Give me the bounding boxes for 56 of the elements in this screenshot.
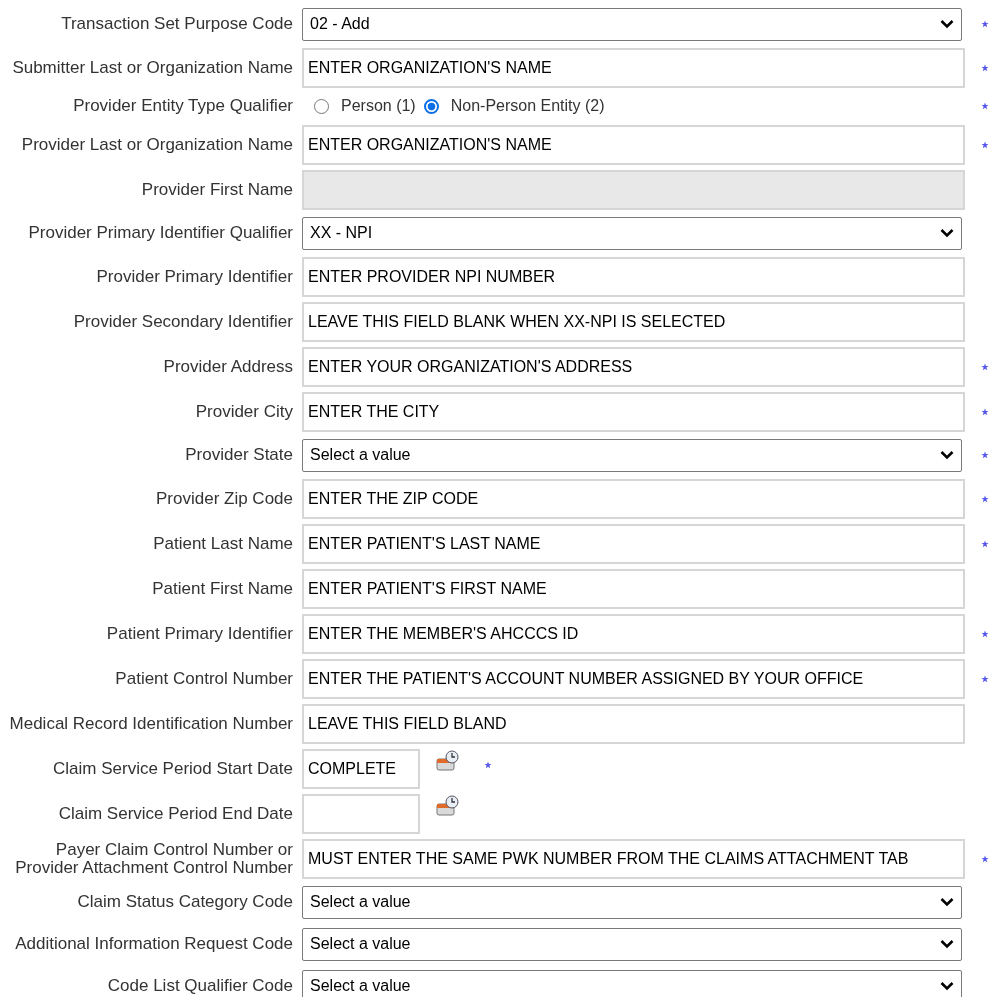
dropdown[interactable]: Select a value xyxy=(302,927,962,961)
field-label: Provider First Name xyxy=(140,180,294,199)
calendar-icon[interactable] xyxy=(436,794,460,817)
chevron-down-icon xyxy=(940,939,954,949)
input-field[interactable]: ENTER THE CITY xyxy=(302,391,965,432)
input-field[interactable]: LEAVE THIS FIELD BLANK WHEN XX-NPI IS SELECTED xyxy=(302,301,965,342)
field-label: Provider Last or Organization Name xyxy=(20,135,294,154)
input-field[interactable]: ENTER PROVIDER NPI NUMBER xyxy=(302,256,965,297)
input-field[interactable]: ENTER THE ZIP CODE xyxy=(302,478,965,519)
field-label: Provider City xyxy=(194,402,294,421)
field-label: Provider Address xyxy=(162,357,294,376)
field-label: Provider Entity Type Qualifier xyxy=(72,97,294,115)
field-label: Patient Primary Identifier xyxy=(105,624,294,643)
input-field[interactable]: MUST ENTER THE SAME PWK NUMBER FROM THE CLAIMS ATTACHMENT TAB xyxy=(302,838,965,879)
field-label: Code List Qualifier Code xyxy=(106,977,294,995)
field-label: Submitter Last or Organization Name xyxy=(11,58,294,77)
radio-button[interactable] xyxy=(314,98,329,114)
field-label: Provider Zip Code xyxy=(155,489,294,508)
date-field[interactable]: COMPLETE xyxy=(302,748,420,789)
chevron-down-icon xyxy=(940,19,954,29)
input-field[interactable]: ENTER ORGANIZATION'S NAME xyxy=(302,124,965,165)
field-label: Payer Claim Control Number or Provider Attachment Control Number xyxy=(14,840,294,877)
field-label: Provider Secondary Identifier xyxy=(72,312,294,331)
chevron-down-icon xyxy=(940,450,954,460)
field-label: Claim Service Period End Date xyxy=(57,804,294,823)
field-label: Patient Last Name xyxy=(152,534,294,553)
field-label: Claim Status Category Code xyxy=(76,893,294,911)
dropdown[interactable]: XX - NPI xyxy=(302,216,962,250)
chevron-down-icon xyxy=(940,228,954,238)
field-label: Provider Primary Identifier Qualifier xyxy=(27,224,294,242)
calendar-icon[interactable] xyxy=(436,749,460,772)
field-label: Patient Control Number xyxy=(114,669,294,688)
input-field[interactable]: ENTER THE MEMBER'S AHCCCS ID xyxy=(302,613,965,654)
input-field[interactable]: ENTER PATIENT'S LAST NAME xyxy=(302,523,965,564)
field-label: Patient First Name xyxy=(151,579,294,598)
input-field[interactable]: ENTER THE PATIENT'S ACCOUNT NUMBER ASSIGNED BY YOUR OFFICE xyxy=(302,658,965,699)
input-field[interactable]: ENTER ORGANIZATION'S NAME xyxy=(302,47,965,88)
chevron-down-icon xyxy=(940,897,954,907)
input-field[interactable]: ENTER PATIENT'S FIRST NAME xyxy=(302,568,965,609)
field-label: Provider Primary Identifier xyxy=(95,267,294,286)
field-label: Additional Information Request Code xyxy=(14,935,294,953)
field-label: Provider State xyxy=(184,446,294,464)
dropdown[interactable]: Select a value xyxy=(302,438,962,472)
dropdown[interactable]: Select a value xyxy=(302,885,962,919)
field-label: Claim Service Period Start Date xyxy=(52,759,294,778)
input-field[interactable]: LEAVE THIS FIELD BLAND xyxy=(302,703,965,744)
radio-label: Non-Person Entity (2) xyxy=(450,97,605,115)
chevron-down-icon xyxy=(940,981,954,991)
input-field[interactable]: ENTER YOUR ORGANIZATION'S ADDRESS xyxy=(302,346,965,387)
dropdown[interactable]: Select a value xyxy=(302,969,962,997)
dropdown[interactable]: 02 - Add xyxy=(302,7,962,41)
field-label: Transaction Set Purpose Code xyxy=(60,15,294,33)
radio-label: Person (1) xyxy=(341,97,416,115)
field-label: Medical Record Identification Number xyxy=(8,714,294,733)
date-field[interactable] xyxy=(302,793,420,834)
radio-button[interactable] xyxy=(423,98,439,114)
